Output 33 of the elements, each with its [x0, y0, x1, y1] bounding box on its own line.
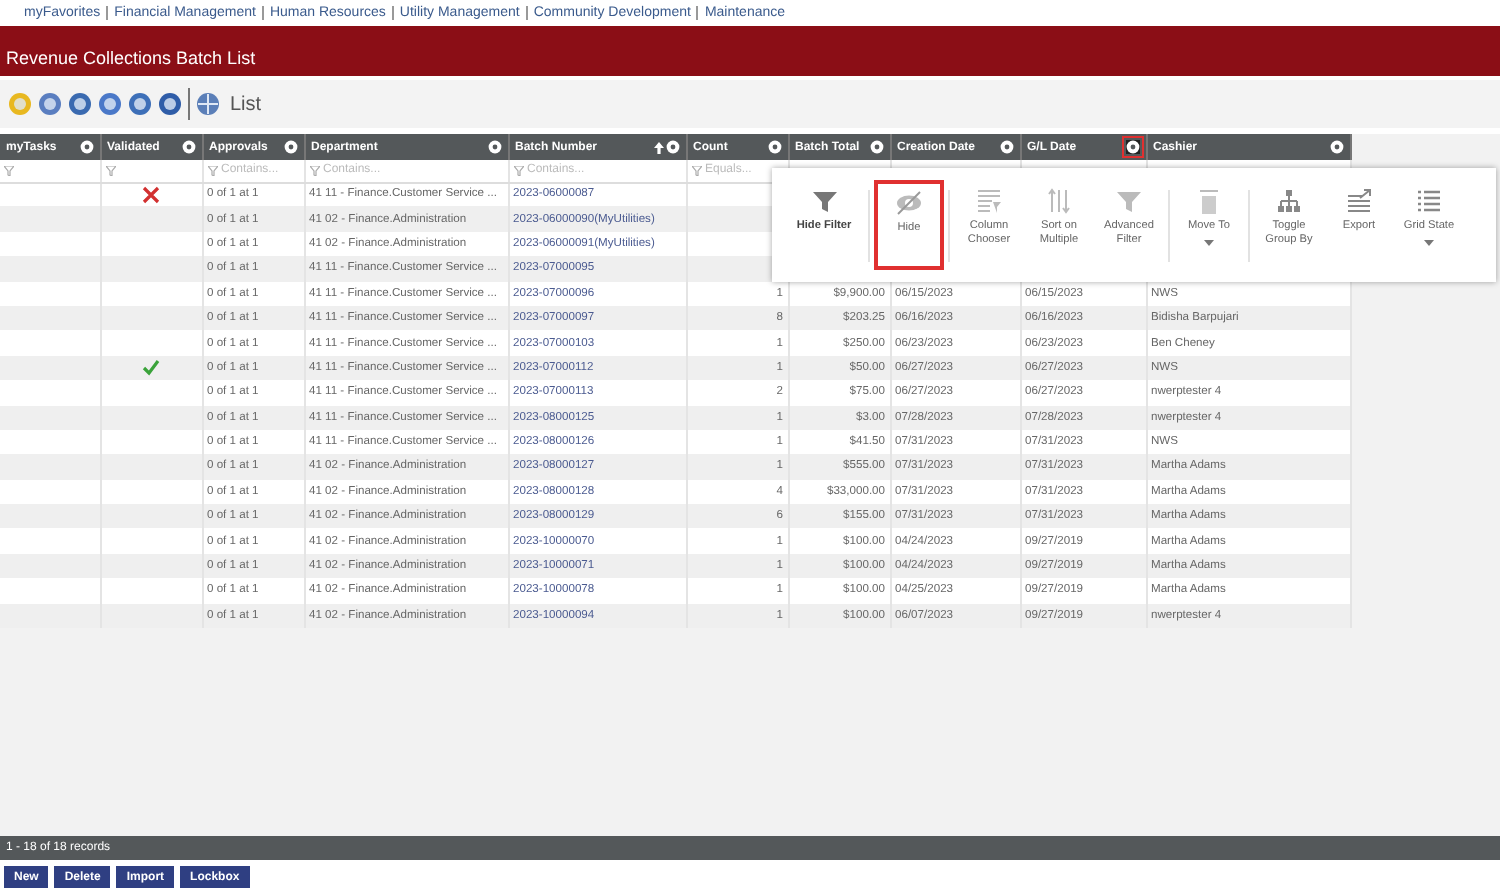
list-label: List [230, 93, 262, 115]
settings-icon[interactable] [487, 140, 501, 154]
export-icon [1346, 188, 1372, 214]
filter-icon [309, 165, 319, 176]
filter-icon [513, 165, 523, 176]
toolbar-icon[interactable] [128, 92, 152, 116]
filter-icon [207, 165, 217, 176]
settings-icon[interactable] [767, 140, 781, 154]
settings-icon[interactable] [869, 140, 883, 154]
globe-icon[interactable] [196, 92, 220, 116]
settings-icon[interactable] [1329, 140, 1343, 154]
list-icon [1416, 188, 1442, 214]
settings-icon[interactable] [283, 140, 297, 154]
settings-icon[interactable] [999, 140, 1013, 154]
toolbar-icon[interactable] [38, 92, 62, 116]
eye-icon [896, 190, 922, 216]
settings-icon[interactable] [1125, 140, 1139, 154]
filter-icon [691, 165, 701, 176]
settings-icon[interactable] [665, 140, 679, 154]
columns-icon [976, 188, 1002, 214]
toolbar-icon[interactable] [158, 92, 182, 116]
filter-icon [105, 165, 115, 176]
toolbar-icon[interactable] [98, 92, 122, 116]
filter-icon [811, 188, 837, 214]
sort-icon [1046, 188, 1072, 214]
settings-icon[interactable] [79, 140, 93, 154]
filter-icon [4, 165, 14, 176]
hierarchy-icon [1276, 188, 1302, 214]
toolbar-icon[interactable] [68, 92, 92, 116]
page-title: Revenue Collections Batch List [6, 48, 256, 68]
settings-icon[interactable] [181, 140, 195, 154]
move-icon [1196, 188, 1222, 214]
filter-icon [1116, 188, 1142, 214]
